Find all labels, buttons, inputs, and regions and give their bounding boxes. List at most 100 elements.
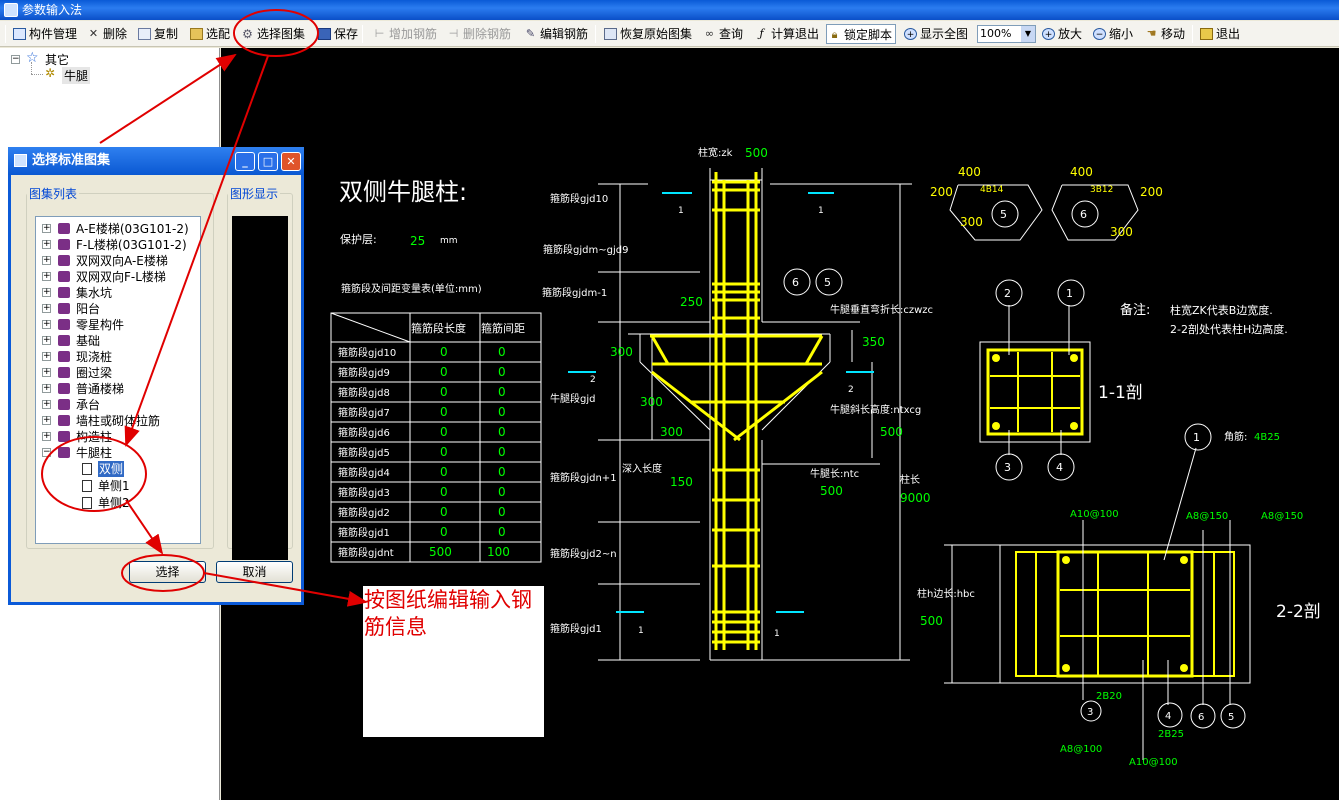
edit-rebar-button[interactable]: ✎ 编辑钢筋 (523, 24, 588, 44)
save-button[interactable]: 保存 (317, 24, 358, 44)
table-cell-length[interactable]: 0 (440, 425, 448, 439)
val-ntc[interactable]: 500 (820, 484, 843, 498)
atlas-item[interactable]: + 双网双向F-L楼梯 (36, 269, 200, 285)
tree-collapse-toggle[interactable]: − (11, 55, 20, 64)
select-atlas-button[interactable]: ⚙ 选择图集 (240, 24, 305, 44)
rebar-2b20[interactable]: 2B20 (1096, 691, 1122, 702)
expand-toggle[interactable]: + (42, 288, 51, 297)
table-cell-spacing[interactable]: 0 (498, 365, 506, 379)
table-cell-length[interactable]: 0 (440, 505, 448, 519)
stirrup-a8-c[interactable]: A8@100 (1060, 744, 1102, 755)
table-cell-length[interactable]: 0 (440, 525, 448, 539)
expand-toggle[interactable]: + (42, 304, 51, 313)
calc-exit-button[interactable]: ƒ 计算退出 (754, 24, 819, 44)
atlas-item[interactable]: + A-E楼梯(03G101-2) (36, 221, 200, 237)
expand-toggle[interactable]: + (42, 416, 51, 425)
cover-value[interactable]: 25 (410, 234, 425, 248)
atlas-item[interactable]: + 基础 (36, 333, 200, 349)
cancel-button[interactable]: 取消 (216, 561, 293, 583)
expand-toggle[interactable]: + (42, 384, 51, 393)
table-cell-spacing[interactable]: 0 (498, 425, 506, 439)
delete-rebar-button[interactable]: ⊣ 删除钢筋 (446, 24, 511, 44)
table-cell-length[interactable]: 0 (440, 485, 448, 499)
val-350[interactable]: 350 (862, 335, 885, 349)
expand-toggle[interactable]: + (42, 272, 51, 281)
expand-toggle[interactable]: + (42, 336, 51, 345)
copy-button[interactable]: 复制 (137, 24, 178, 44)
chevron-down-icon[interactable]: ▼ (1021, 26, 1035, 42)
table-cell-spacing[interactable]: 0 (498, 385, 506, 399)
atlas-item[interactable]: + 普通楼梯 (36, 381, 200, 397)
stirrup-a10-bottom[interactable]: A10@100 (1129, 757, 1178, 768)
table-cell-spacing[interactable]: 100 (487, 545, 510, 559)
atlas-item[interactable]: + F-L楼梯(03G101-2) (36, 237, 200, 253)
stirrup-a8-b[interactable]: A8@150 (1261, 511, 1303, 522)
table-cell-length[interactable]: 500 (429, 545, 452, 559)
stirrup-a8-a[interactable]: A8@150 (1186, 511, 1228, 522)
add-rebar-button[interactable]: ⊢ 增加钢筋 (372, 24, 437, 44)
restore-atlas-button[interactable]: 恢复原始图集 (603, 24, 692, 44)
table-cell-spacing[interactable]: 0 (498, 505, 506, 519)
select-button[interactable]: 选择 (129, 561, 206, 583)
pan-button[interactable]: ☚ 移动 (1144, 24, 1185, 44)
select-fit-button[interactable]: 选配 (189, 24, 230, 44)
val-col-width[interactable]: 500 (745, 146, 768, 160)
expand-toggle[interactable]: + (42, 256, 51, 265)
atlas-item[interactable]: + 双网双向A-E楼梯 (36, 253, 200, 269)
atlas-item[interactable]: + 承台 (36, 397, 200, 413)
table-cell-spacing[interactable]: 0 (498, 445, 506, 459)
component-manage-button[interactable]: 构件管理 (12, 24, 77, 44)
lock-script-button[interactable]: 🔒︎ 锁定脚本 (826, 24, 897, 44)
table-cell-length[interactable]: 0 (440, 405, 448, 419)
expand-toggle[interactable]: + (42, 352, 51, 361)
atlas-item[interactable]: + 零星构件 (36, 317, 200, 333)
expand-toggle[interactable]: + (42, 400, 51, 409)
tree-item-niutui[interactable]: 牛腿 (62, 67, 91, 84)
stirrup-a10-top[interactable]: A10@100 (1070, 509, 1119, 520)
atlas-subitem[interactable]: 双侧 (36, 461, 200, 477)
table-cell-length[interactable]: 0 (440, 345, 448, 359)
expand-toggle[interactable]: + (42, 224, 51, 233)
expand-toggle[interactable]: + (42, 368, 51, 377)
expand-toggle[interactable]: − (42, 448, 51, 457)
rebar-2b25[interactable]: 2B25 (1158, 729, 1184, 740)
atlas-item[interactable]: + 阳台 (36, 301, 200, 317)
show-all-button[interactable]: + 显示全图 (903, 24, 968, 44)
zoom-select[interactable]: 100% ▼ (977, 25, 1036, 43)
atlas-item[interactable]: + 墙柱或砌体拉筋 (36, 413, 200, 429)
val-300a[interactable]: 300 (610, 345, 633, 359)
table-cell-length[interactable]: 0 (440, 365, 448, 379)
atlas-item[interactable]: − 牛腿柱 (36, 445, 200, 461)
maximize-button[interactable]: □ (258, 152, 278, 171)
val-150[interactable]: 150 (670, 475, 693, 489)
atlas-item[interactable]: + 现浇桩 (36, 349, 200, 365)
expand-toggle[interactable]: + (42, 320, 51, 329)
table-cell-spacing[interactable]: 0 (498, 485, 506, 499)
minimize-button[interactable]: _ (235, 152, 255, 171)
val-300c[interactable]: 300 (660, 425, 683, 439)
table-cell-length[interactable]: 0 (440, 385, 448, 399)
query-button[interactable]: ∞ 查询 (702, 24, 743, 44)
zoom-out-button[interactable]: − 缩小 (1092, 24, 1133, 44)
atlas-item[interactable]: + 集水坑 (36, 285, 200, 301)
table-cell-spacing[interactable]: 0 (498, 345, 506, 359)
table-cell-spacing[interactable]: 0 (498, 525, 506, 539)
val-500[interactable]: 500 (880, 425, 903, 439)
val-col-len[interactable]: 9000 (900, 491, 931, 505)
hbc-value[interactable]: 500 (920, 614, 943, 628)
val-300b[interactable]: 300 (640, 395, 663, 409)
expand-toggle[interactable]: + (42, 240, 51, 249)
corner-value[interactable]: 4B25 (1254, 432, 1280, 443)
table-cell-spacing[interactable]: 0 (498, 405, 506, 419)
atlas-item[interactable]: + 圈过梁 (36, 365, 200, 381)
table-cell-spacing[interactable]: 0 (498, 465, 506, 479)
zoom-in-button[interactable]: + 放大 (1041, 24, 1082, 44)
atlas-item[interactable]: + 构造柱 (36, 429, 200, 445)
delete-button[interactable]: ✕ 删除 (86, 24, 127, 44)
exit-button[interactable]: 退出 (1199, 24, 1240, 44)
table-cell-length[interactable]: 0 (440, 445, 448, 459)
table-cell-length[interactable]: 0 (440, 465, 448, 479)
expand-toggle[interactable]: + (42, 432, 51, 441)
atlas-subitem[interactable]: 单侧2 (36, 495, 200, 511)
atlas-subitem[interactable]: 单侧1 (36, 478, 200, 494)
